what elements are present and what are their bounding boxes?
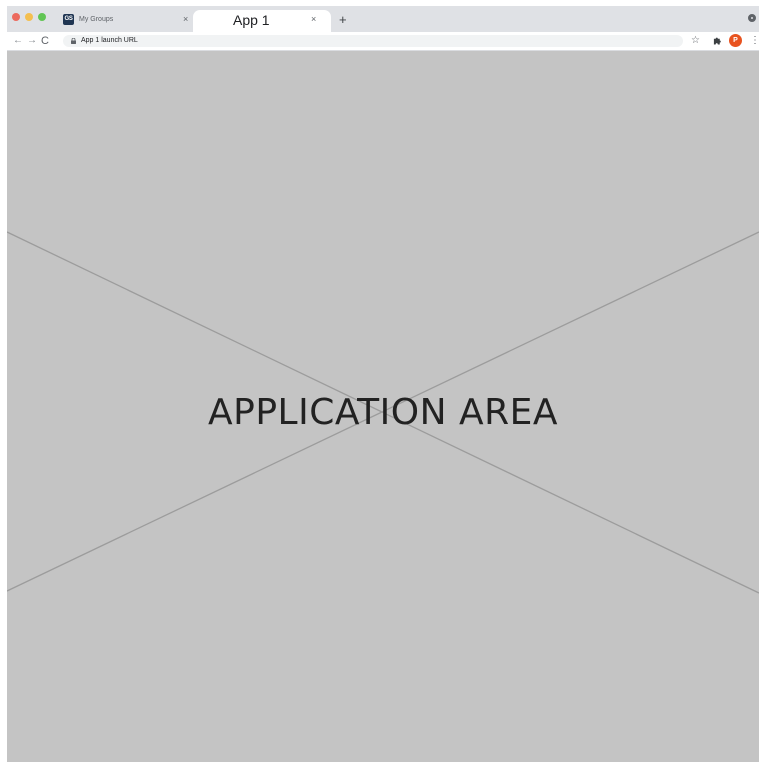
browser-status-icon[interactable]	[748, 14, 756, 22]
application-area[interactable]: APPLICATION AREA	[7, 51, 759, 762]
back-button[interactable]: ←	[13, 34, 23, 48]
site-favicon-icon: GS	[63, 14, 74, 25]
reload-button[interactable]: C	[41, 34, 49, 48]
tab-app-1[interactable]: App 1 ×	[193, 10, 331, 32]
browser-window: GS My Groups × App 1 × + ← → C App 1 lau…	[7, 6, 759, 762]
forward-button[interactable]: →	[27, 34, 37, 48]
maximize-icon[interactable]	[38, 13, 46, 21]
profile-avatar[interactable]: P	[729, 34, 742, 47]
bookmark-star-icon[interactable]: ☆	[691, 35, 700, 47]
tab-title: My Groups	[79, 16, 114, 23]
extensions-puzzle-icon[interactable]	[713, 36, 722, 45]
address-bar[interactable]: App 1 launch URL	[63, 35, 683, 47]
new-tab-button[interactable]: +	[339, 13, 347, 26]
tab-strip: GS My Groups × App 1 × +	[7, 6, 759, 32]
tab-close-icon[interactable]: ×	[183, 14, 188, 25]
url-text[interactable]: App 1 launch URL	[81, 35, 138, 47]
browser-toolbar: ← → C App 1 launch URL ☆ P ⋮	[7, 32, 759, 51]
minimize-icon[interactable]	[25, 13, 33, 21]
tab-close-icon[interactable]: ×	[311, 14, 316, 25]
lock-icon	[71, 38, 76, 44]
tab-my-groups[interactable]: GS My Groups ×	[57, 10, 193, 32]
close-window-icon[interactable]	[12, 13, 20, 21]
kebab-menu-icon[interactable]: ⋮	[750, 34, 759, 48]
application-area-label: APPLICATION AREA	[207, 392, 559, 433]
tab-title: App 1	[233, 12, 270, 28]
